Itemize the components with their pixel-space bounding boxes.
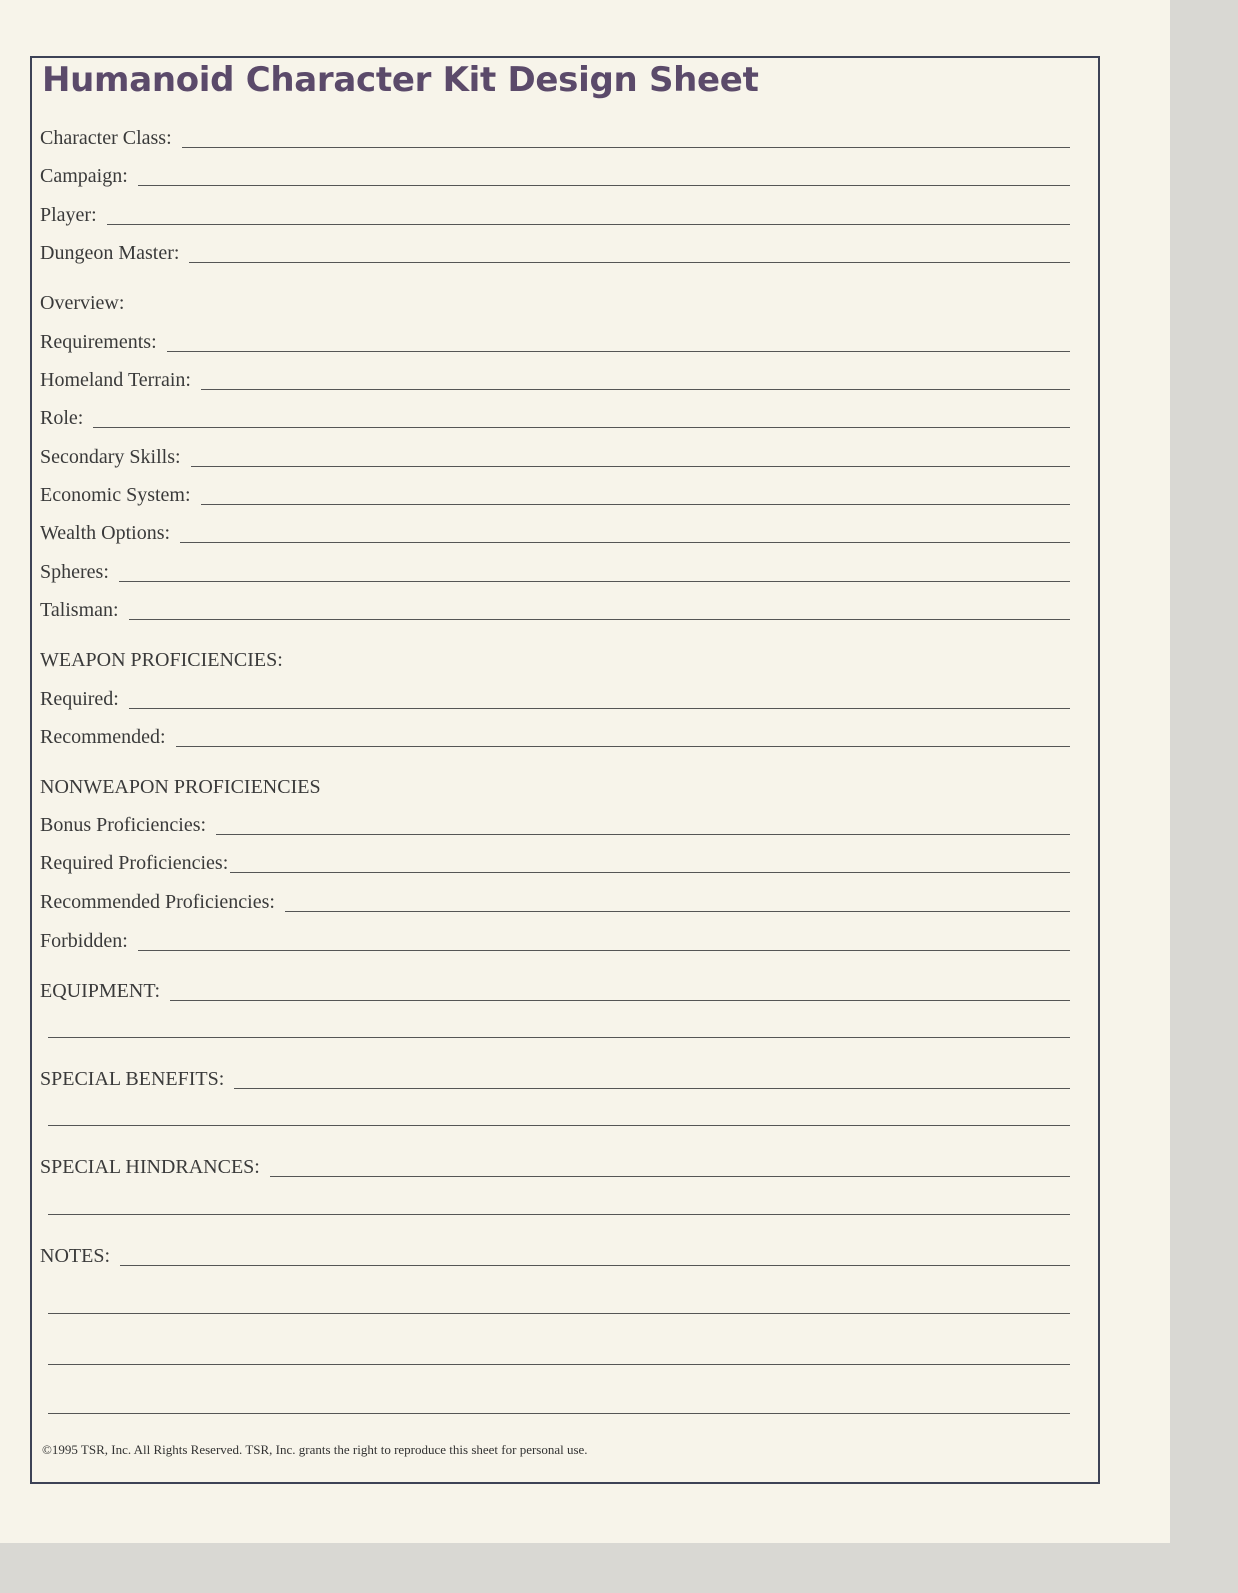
special-benefits-label: SPECIAL BENEFITS: <box>40 1068 225 1090</box>
homeland-terrain-line[interactable] <box>200 389 1070 390</box>
special-hindrances-extra-line[interactable] <box>48 1214 1070 1215</box>
role-field[interactable]: Role: <box>40 406 1070 430</box>
talisman-line[interactable] <box>128 619 1070 620</box>
equipment-extra-line[interactable] <box>48 1037 1070 1038</box>
overview-heading: Overview: <box>40 292 125 314</box>
requirements-line[interactable] <box>166 351 1070 352</box>
character-class-line[interactable] <box>181 147 1070 148</box>
recommended-proficiencies-label: Recommended Proficiencies: <box>40 891 275 913</box>
spheres-line[interactable] <box>118 581 1070 582</box>
campaign-line[interactable] <box>137 185 1070 186</box>
equipment-label: EQUIPMENT: <box>40 980 161 1002</box>
wealth-options-line[interactable] <box>180 542 1070 543</box>
recommended-proficiencies-field[interactable]: Recommended Proficiencies: <box>40 890 1070 914</box>
economic-system-label: Economic System: <box>40 484 191 506</box>
wealth-options-field[interactable]: Wealth Options: <box>40 521 1070 545</box>
special-benefits-field[interactable]: SPECIAL BENEFITS: <box>40 1067 1070 1091</box>
bonus-proficiencies-line[interactable] <box>216 834 1070 835</box>
copyright-notice: ©1995 TSR, Inc. All Rights Reserved. TSR… <box>42 1442 588 1457</box>
character-class-field[interactable]: Character Class: <box>40 126 1070 150</box>
bonus-proficiencies-field[interactable]: Bonus Proficiencies: <box>40 813 1070 837</box>
bonus-proficiencies-label: Bonus Proficiencies: <box>40 814 207 836</box>
special-hindrances-line[interactable] <box>269 1176 1070 1177</box>
special-benefits-line[interactable] <box>234 1088 1070 1089</box>
spheres-label: Spheres: <box>40 561 109 583</box>
secondary-skills-field[interactable]: Secondary Skills: <box>40 445 1070 469</box>
homeland-terrain-label: Homeland Terrain: <box>40 369 191 391</box>
spheres-field[interactable]: Spheres: <box>40 560 1070 584</box>
requirements-field[interactable]: Requirements: <box>40 330 1070 354</box>
requirements-label: Requirements: <box>40 331 157 353</box>
recommended-weapons-field[interactable]: Recommended: <box>40 725 1070 749</box>
wealth-options-label: Wealth Options: <box>40 522 171 544</box>
role-line[interactable] <box>93 427 1070 428</box>
sheet-border <box>30 56 1100 1484</box>
required-weapons-field[interactable]: Required: <box>40 687 1070 711</box>
player-label: Player: <box>40 204 97 226</box>
required-proficiencies-label: Required Proficiencies: <box>40 852 229 874</box>
player-line[interactable] <box>106 224 1070 225</box>
special-hindrances-label: SPECIAL HINDRANCES: <box>40 1156 260 1178</box>
forbidden-line[interactable] <box>137 950 1070 951</box>
notes-extra-line-3[interactable] <box>48 1413 1070 1414</box>
talisman-field[interactable]: Talisman: <box>40 598 1070 622</box>
dungeon-master-label: Dungeon Master: <box>40 242 180 264</box>
sheet-title: Humanoid Character Kit Design Sheet <box>42 60 759 100</box>
notes-line[interactable] <box>120 1265 1070 1266</box>
notes-field[interactable]: NOTES: <box>40 1244 1070 1268</box>
notes-extra-line-2[interactable] <box>48 1364 1070 1365</box>
required-weapons-line[interactable] <box>128 708 1070 709</box>
notes-label: NOTES: <box>40 1245 110 1267</box>
required-weapons-label: Required: <box>40 688 119 710</box>
forbidden-label: Forbidden: <box>40 930 128 952</box>
notes-extra-line-1[interactable] <box>48 1313 1070 1314</box>
equipment-field[interactable]: EQUIPMENT: <box>40 979 1070 1003</box>
economic-system-line[interactable] <box>200 504 1070 505</box>
dungeon-master-line[interactable] <box>189 262 1070 263</box>
required-proficiencies-line[interactable] <box>230 872 1070 873</box>
special-hindrances-field[interactable]: SPECIAL HINDRANCES: <box>40 1155 1070 1179</box>
required-proficiencies-field[interactable]: Required Proficiencies: <box>40 851 1070 875</box>
role-label: Role: <box>40 407 84 429</box>
forbidden-field[interactable]: Forbidden: <box>40 929 1070 953</box>
character-class-label: Character Class: <box>40 127 172 149</box>
special-benefits-extra-line[interactable] <box>48 1125 1070 1126</box>
secondary-skills-label: Secondary Skills: <box>40 446 181 468</box>
recommended-proficiencies-line[interactable] <box>284 911 1070 912</box>
homeland-terrain-field[interactable]: Homeland Terrain: <box>40 368 1070 392</box>
economic-system-field[interactable]: Economic System: <box>40 483 1070 507</box>
paper-sheet: Humanoid Character Kit Design Sheet Char… <box>0 0 1170 1543</box>
campaign-label: Campaign: <box>40 165 128 187</box>
nonweapon-proficiencies-heading: NONWEAPON PROFICIENCIES <box>40 776 321 798</box>
secondary-skills-line[interactable] <box>190 466 1070 467</box>
player-field[interactable]: Player: <box>40 203 1070 227</box>
recommended-weapons-label: Recommended: <box>40 726 166 748</box>
dungeon-master-field[interactable]: Dungeon Master: <box>40 241 1070 265</box>
recommended-weapons-line[interactable] <box>175 746 1070 747</box>
campaign-field[interactable]: Campaign: <box>40 164 1070 188</box>
weapon-proficiencies-heading: WEAPON PROFICIENCIES: <box>40 649 283 671</box>
talisman-label: Talisman: <box>40 599 119 621</box>
equipment-line[interactable] <box>170 1000 1070 1001</box>
